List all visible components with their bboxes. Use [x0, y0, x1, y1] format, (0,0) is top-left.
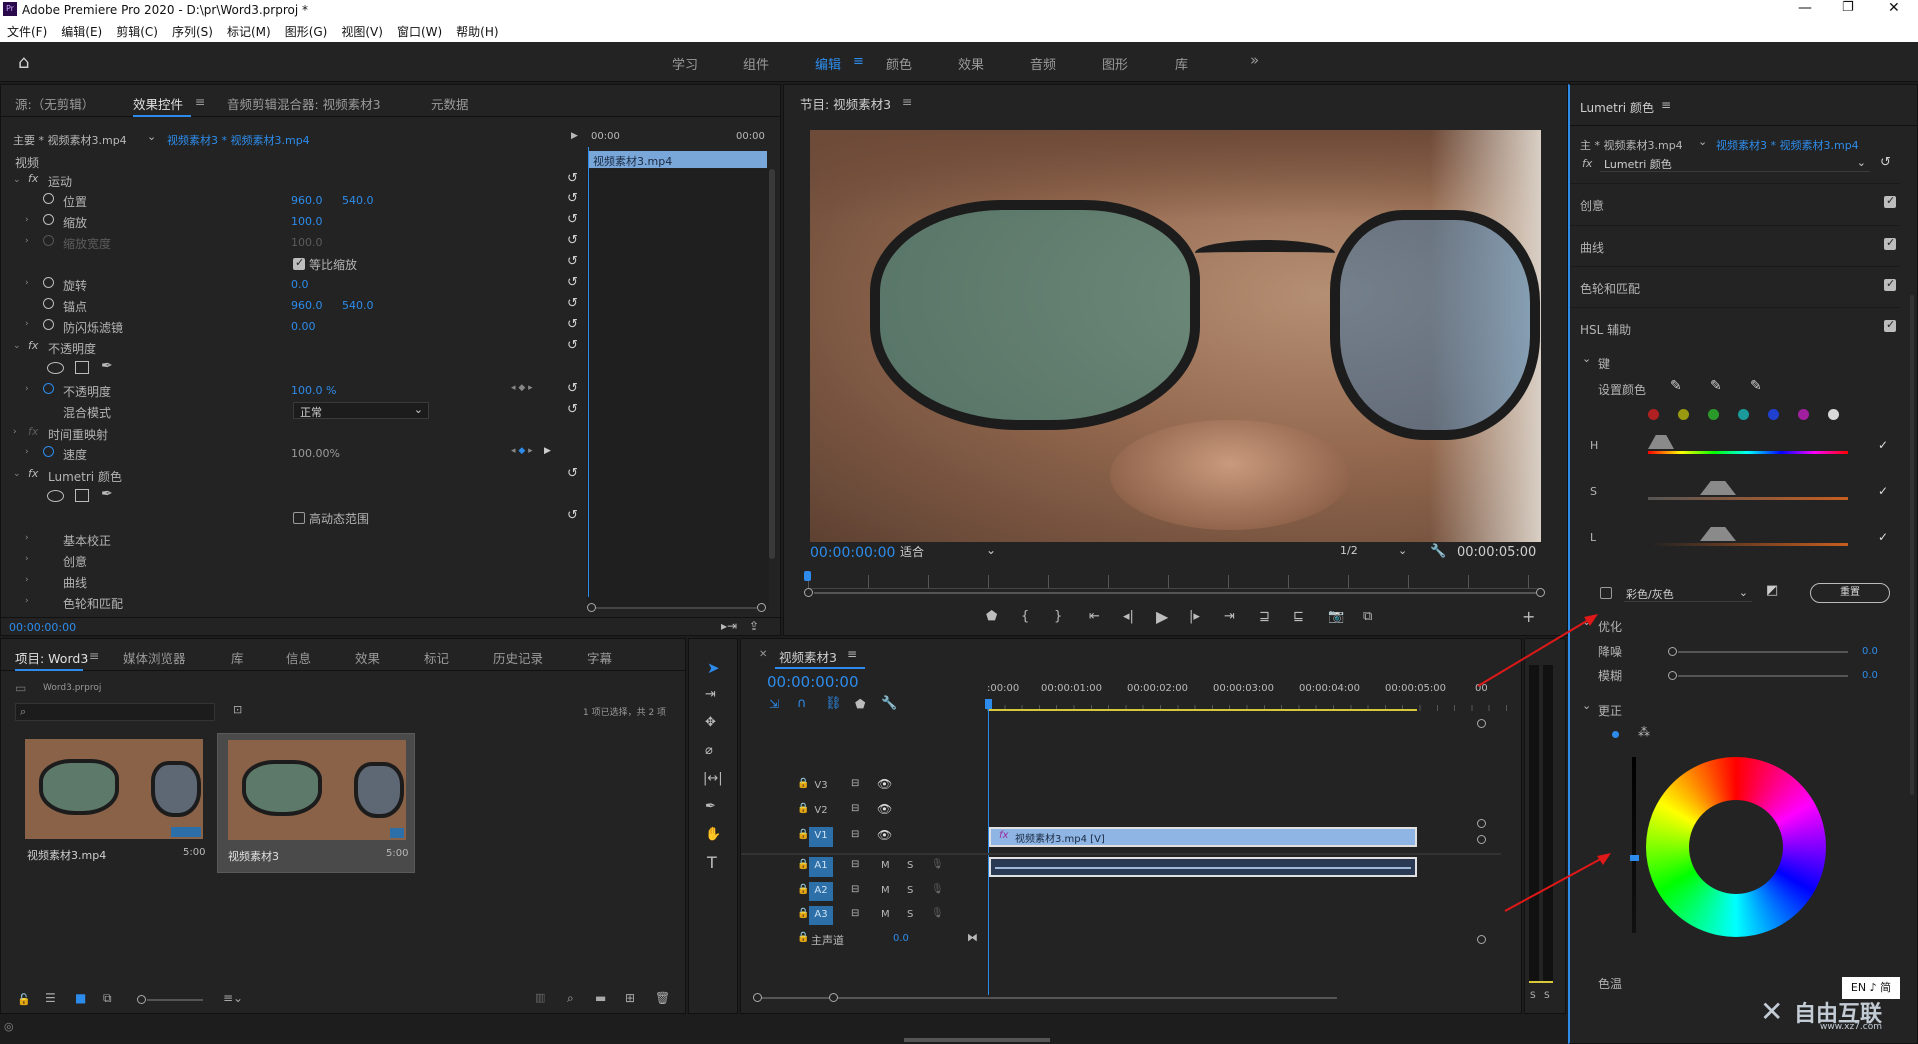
- annotation-arrowhead-top: [1584, 614, 1598, 626]
- annotation-arrow-bottom: [1504, 854, 1609, 912]
- annotation-arrowhead-bottom: [1597, 853, 1611, 865]
- annotation-arrows: [1477, 614, 1611, 912]
- annotation-arrow-top: [1477, 615, 1596, 687]
